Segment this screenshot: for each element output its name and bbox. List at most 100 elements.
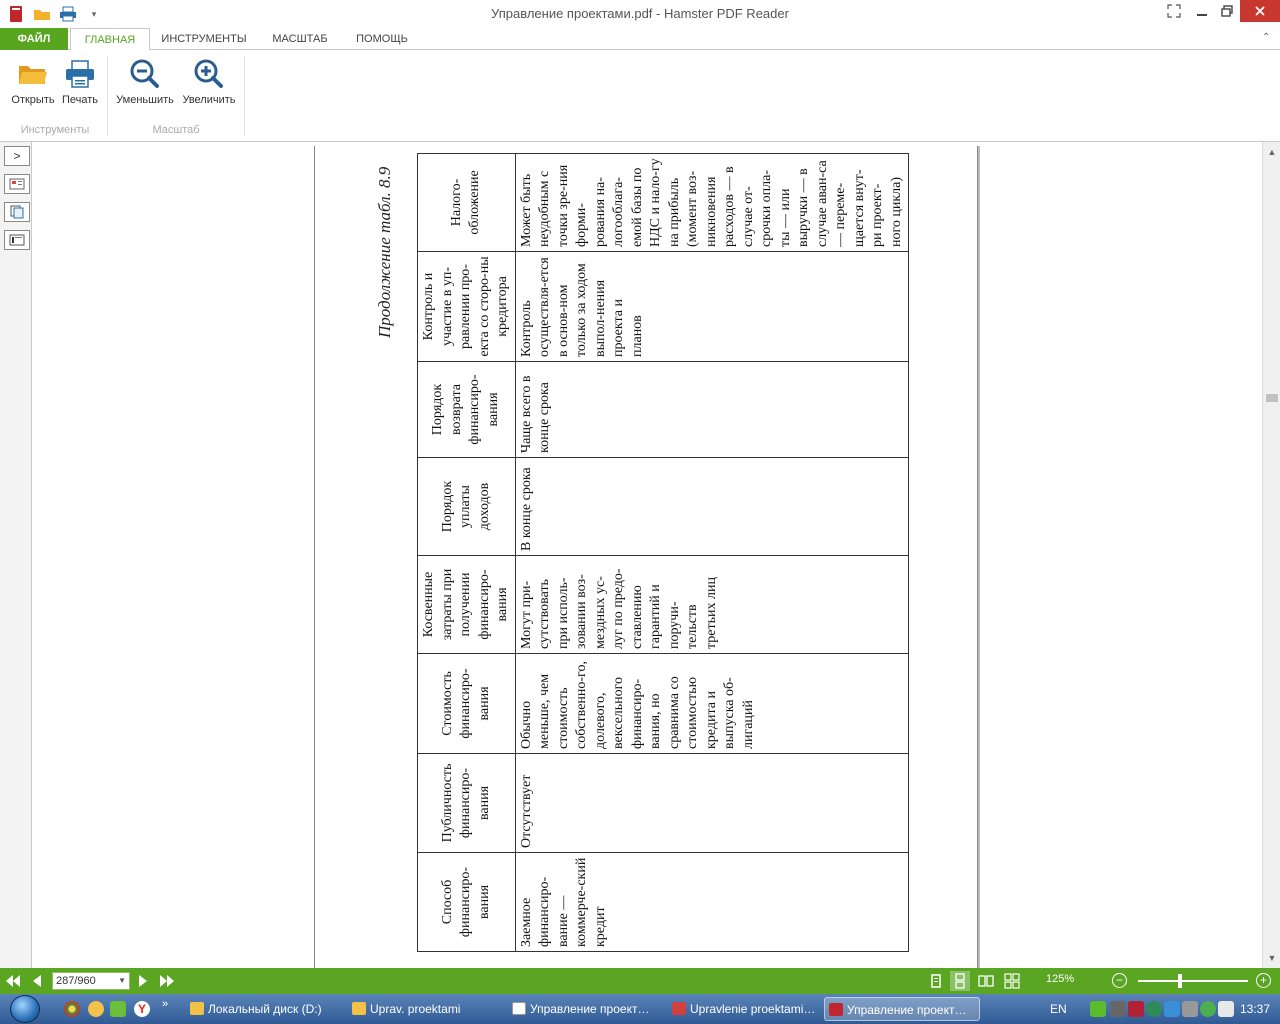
- zoom-out-button[interactable]: Уменьшить: [112, 56, 178, 112]
- monitor-tray-icon[interactable]: [1164, 1001, 1180, 1017]
- utorrent-icon[interactable]: [110, 1001, 126, 1017]
- previous-page-button[interactable]: [28, 972, 46, 990]
- close-button[interactable]: [1240, 0, 1280, 22]
- green-tray-icon[interactable]: [1090, 1001, 1106, 1017]
- zoom-out-small-button[interactable]: −: [1112, 973, 1127, 988]
- taskbar-item[interactable]: Управление проект…: [508, 997, 664, 1021]
- page-shadow: [978, 146, 980, 968]
- single-page-view-button[interactable]: [926, 971, 946, 991]
- show-more-icon[interactable]: »: [162, 998, 168, 1010]
- table-cell: В конце срока: [515, 457, 909, 556]
- language-indicator[interactable]: EN: [1050, 1002, 1067, 1016]
- two-page-view-button[interactable]: [976, 971, 996, 991]
- print-icon: [58, 56, 102, 92]
- tab-file[interactable]: ФАЙЛ: [0, 28, 68, 50]
- volume-icon[interactable]: [1182, 1001, 1198, 1017]
- taskbar-item-label: Управление проект…: [847, 1003, 967, 1017]
- table-header-cell: Налого-обложение: [417, 153, 515, 252]
- print-label: Печать: [61, 94, 99, 106]
- thumbnails-icon: [9, 178, 25, 190]
- hamster-pdf-icon: [829, 1003, 843, 1016]
- table-cell: Может быть неудобным с точки зре-ния фор…: [515, 153, 909, 252]
- folder-icon: [352, 1002, 366, 1015]
- collapse-ribbon-icon[interactable]: ⌃: [1262, 32, 1270, 43]
- scrollbar-thumb[interactable]: [1266, 394, 1278, 402]
- document-viewport[interactable]: Продолжение табл. 8.9 Способ финансиро-в…: [32, 142, 1262, 968]
- two-page-continuous-view-button[interactable]: [1002, 971, 1022, 991]
- restore-button[interactable]: [1214, 0, 1240, 22]
- zoom-in-button[interactable]: Увеличить: [178, 56, 240, 112]
- yandex-browser-icon[interactable]: Y: [134, 1001, 150, 1017]
- tab-tools[interactable]: ИНСТРУМЕНТЫ: [152, 28, 256, 50]
- page-number-field[interactable]: 287/960 ▼: [52, 972, 130, 990]
- table-cell: Заемное финансиро-вание — коммерче-ский …: [515, 852, 909, 952]
- zoom-out-label: Уменьшить: [116, 94, 174, 106]
- zoom-in-label: Увеличить: [182, 94, 236, 106]
- first-page-button[interactable]: [4, 972, 22, 990]
- two-page-icon: [978, 975, 994, 987]
- single-page-icon: [931, 974, 941, 988]
- open-button[interactable]: Открыть: [6, 56, 60, 112]
- vertical-scrollbar[interactable]: ▲ ▼: [1262, 142, 1280, 968]
- taskbar-item-label: Локальный диск (D:): [208, 1002, 322, 1016]
- flag-tray-icon[interactable]: [1128, 1001, 1144, 1017]
- start-button[interactable]: [10, 995, 40, 1023]
- taskbar-item[interactable]: Upravlenie proektami…: [668, 997, 818, 1021]
- continuous-view-button[interactable]: [950, 971, 970, 991]
- taskbar-item[interactable]: Uprav. proektami: [348, 997, 504, 1021]
- bookmarks-button[interactable]: [4, 230, 30, 250]
- title-bar: ▾ Управление проектами.pdf - Hamster PDF…: [0, 0, 1280, 28]
- table-row: Заемное финансиро-вание — коммерче-ский …: [515, 153, 909, 952]
- scroll-down-icon[interactable]: ▼: [1263, 950, 1280, 966]
- table-header-cell: Контроль и участие в уп-равлении про-ект…: [417, 251, 515, 362]
- table-header-cell: Стоимость финансиро-вания: [417, 653, 515, 754]
- table-header-cell: Публичность финансиро-вания: [417, 753, 515, 853]
- table-cell: Чаще всего в конце срока: [515, 361, 909, 458]
- page-number-value: 287/960: [56, 975, 96, 987]
- mail-agent-icon[interactable]: [88, 1001, 104, 1017]
- chevron-down-icon[interactable]: ▼: [118, 973, 126, 989]
- table-cell: Контроль осуществля-ется в основ-ном тол…: [515, 251, 909, 362]
- window-title: Управление проектами.pdf - Hamster PDF R…: [491, 6, 789, 21]
- last-page-button[interactable]: [158, 972, 176, 990]
- ribbon-tab-bar: ФАЙЛ ГЛАВНАЯ ИНСТРУМЕНТЫ МАСШТАБ ПОМОЩЬ …: [0, 28, 1280, 51]
- document-icon: [512, 1002, 526, 1015]
- table-header-row: Способ финансиро-вания Публичность финан…: [417, 153, 515, 952]
- zoom-slider-thumb[interactable]: [1177, 974, 1182, 988]
- keyboard-tray-icon[interactable]: [1110, 1001, 1126, 1017]
- taskbar-item[interactable]: Локальный диск (D:): [186, 997, 344, 1021]
- clock[interactable]: 13:37: [1240, 1002, 1270, 1016]
- scroll-up-icon[interactable]: ▲: [1263, 144, 1280, 160]
- continuous-page-icon: [955, 973, 965, 989]
- group-label-scale: Масштаб: [152, 124, 200, 136]
- fullscreen-button[interactable]: [1160, 0, 1188, 22]
- chrome-icon[interactable]: [64, 1001, 80, 1017]
- notification-tray-icon[interactable]: [1218, 1001, 1234, 1017]
- taskbar: Y » Локальный диск (D:) Uprav. proektami…: [0, 994, 1280, 1024]
- taskbar-item-label: Uprav. proektami: [370, 1002, 461, 1016]
- expand-panel-button[interactable]: >: [4, 146, 30, 166]
- print-button[interactable]: Печать: [58, 56, 102, 112]
- last-page-icon: [160, 975, 174, 987]
- taskbar-item-active[interactable]: Управление проект…: [824, 997, 980, 1021]
- open-label: Открыть: [11, 94, 55, 106]
- next-page-button[interactable]: [134, 972, 152, 990]
- thumbnails-button[interactable]: [4, 174, 30, 194]
- group-label-tools: Инструменты: [20, 124, 90, 136]
- zoom-slider[interactable]: [1138, 980, 1248, 982]
- previous-page-icon: [33, 975, 41, 987]
- check-tray-icon[interactable]: [1200, 1001, 1216, 1017]
- tab-home[interactable]: ГЛАВНАЯ: [70, 28, 150, 51]
- tab-scale[interactable]: МАСШТАБ: [258, 28, 342, 50]
- table-container: Способ финансиро-вания Публичность финан…: [417, 153, 909, 952]
- pages-button[interactable]: [4, 202, 30, 222]
- table-header-cell: Порядок уплаты доходов: [417, 457, 515, 556]
- tab-help[interactable]: ПОМОЩЬ: [344, 28, 420, 50]
- minimize-button[interactable]: [1190, 0, 1214, 22]
- taskbar-item-label: Upravlenie proektami…: [690, 1002, 816, 1016]
- zoom-in-small-button[interactable]: +: [1256, 973, 1271, 988]
- zoom-level-text: 125%: [1046, 973, 1075, 985]
- network-tray-icon[interactable]: [1146, 1001, 1162, 1017]
- pdf-viewer-icon: [672, 1002, 686, 1015]
- first-page-icon: [6, 975, 20, 987]
